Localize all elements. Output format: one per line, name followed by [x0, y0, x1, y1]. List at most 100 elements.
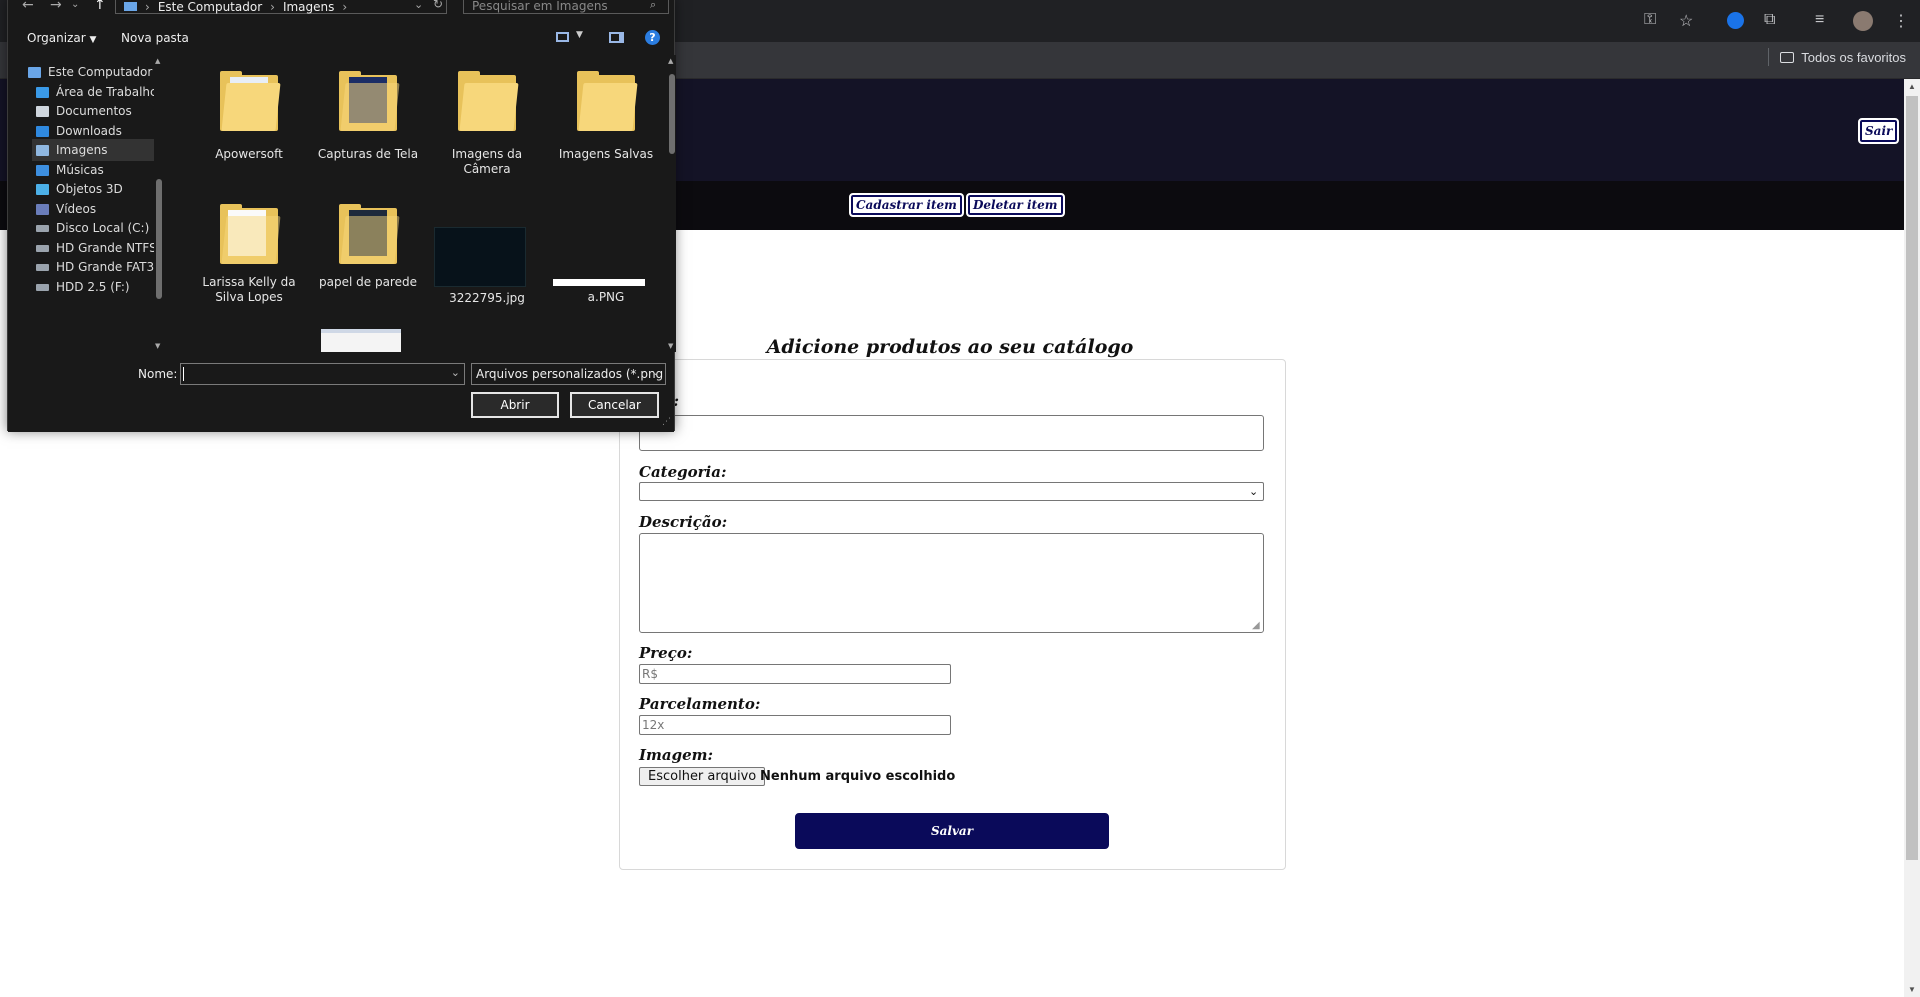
price-input[interactable]: R$	[639, 664, 951, 684]
search-input[interactable]: Pesquisar em Imagens	[463, 0, 669, 14]
category-select[interactable]	[639, 482, 1264, 501]
organize-label: Organizar	[27, 31, 86, 45]
description-textarea[interactable]	[639, 533, 1264, 633]
file-name: a.PNG	[587, 290, 625, 304]
sidebar-item-drive-fat[interactable]: HD Grande FAT3	[32, 256, 167, 278]
menu-icon[interactable]: ⋮	[1893, 11, 1909, 31]
installments-label: Parcelamento:	[639, 695, 761, 713]
sidebar-item-label: Este Computador	[48, 65, 153, 79]
folder-icon	[339, 204, 400, 264]
new-folder-button[interactable]: Nova pasta	[121, 31, 189, 45]
key-icon[interactable]: ⚿	[1644, 11, 1656, 29]
file-tile[interactable]: a.PNG	[551, 204, 661, 305]
chevron-down-icon[interactable]: ▼	[576, 30, 583, 40]
chevron-down-icon[interactable]: ⌄	[414, 0, 423, 11]
name-input[interactable]	[639, 415, 1264, 451]
file-tile[interactable]: Imagens da Câmera	[432, 71, 542, 177]
back-arrow-icon[interactable]: ←	[22, 0, 34, 13]
all-bookmarks-label: Todos os favoritos	[1801, 50, 1906, 65]
nav-delete-item[interactable]: Deletar item	[966, 193, 1065, 217]
chevron-down-icon: ⌄	[450, 366, 460, 379]
file-list-scrollbar-thumb[interactable]	[669, 74, 675, 154]
file-name: Larissa Kelly da Silva Lopes	[202, 275, 296, 304]
chevron-down-icon: ⌄	[1249, 486, 1259, 498]
media-icon[interactable]: ≡	[1815, 11, 1824, 29]
puzzle-icon[interactable]: ⧉	[1764, 11, 1775, 29]
sidebar-item-drive-f[interactable]: HDD 2.5 (F:)	[32, 276, 167, 298]
save-button[interactable]: Salvar	[795, 813, 1109, 849]
organize-button[interactable]: Organizar ▼	[27, 31, 96, 45]
page-title: Adicione produtos ao seu catálogo	[766, 336, 1134, 358]
folder-icon	[1780, 52, 1795, 63]
search-icon: ⌕	[650, 0, 657, 11]
sidebar-item-documents[interactable]: Documentos	[32, 100, 167, 122]
nav-register-item[interactable]: Cadastrar item	[849, 193, 964, 217]
filetype-value: Arquivos personalizados (*.png	[476, 367, 664, 381]
file-tile[interactable]: papel de parede	[313, 204, 423, 290]
dialog-toolbar	[8, 27, 674, 55]
logout-button[interactable]: Sair	[1858, 118, 1900, 144]
sidebar-item-3d-objects[interactable]: Objetos 3D	[32, 178, 167, 200]
sidebar-scrollbar-thumb[interactable]	[156, 179, 162, 299]
scroll-down-icon[interactable]: ▼	[155, 342, 160, 350]
sidebar-item-label: Objetos 3D	[56, 182, 123, 196]
image-thumbnail	[553, 279, 645, 286]
profile-avatar[interactable]	[1853, 11, 1873, 31]
sidebar-item-label: Downloads	[56, 124, 122, 138]
forward-arrow-icon[interactable]: →	[50, 0, 62, 13]
file-name: Imagens Salvas	[558, 147, 654, 161]
file-tile[interactable]: Capturas de Tela	[313, 71, 423, 162]
choose-file-button[interactable]: Escolher arquivo	[639, 767, 766, 786]
sidebar-item-computer[interactable]: Este Computador	[24, 61, 159, 83]
scroll-down-icon[interactable]: ▼	[1908, 985, 1916, 994]
download-icon	[36, 125, 49, 137]
file-tile[interactable]: 3222795.jpg	[432, 204, 542, 306]
star-icon[interactable]: ☆	[1679, 11, 1693, 31]
sidebar-item-drive-c[interactable]: Disco Local (C:)	[32, 217, 167, 239]
file-tile[interactable]: Larissa Kelly da Silva Lopes	[194, 204, 304, 305]
file-tile[interactable]: Imagens Salvas	[551, 71, 661, 162]
breadcrumb-item[interactable]: Imagens	[283, 0, 334, 14]
filename-input[interactable]: ⌄	[180, 363, 465, 385]
cancel-button[interactable]: Cancelar	[570, 392, 659, 418]
address-bar[interactable]: › Este Computador › Imagens ›	[115, 0, 447, 14]
resize-grip-icon[interactable]: ◢	[1252, 620, 1260, 631]
all-bookmarks-button[interactable]: Todos os favoritos	[1780, 50, 1906, 65]
pictures-icon	[36, 144, 49, 156]
chevron-down-icon[interactable]: ⌄	[71, 0, 79, 10]
description-label: Descrição:	[639, 513, 728, 531]
breadcrumb-item[interactable]: Este Computador	[158, 0, 262, 14]
page-scrollbar-thumb[interactable]	[1906, 96, 1918, 860]
chevron-down-icon: ⌄	[651, 365, 661, 378]
sidebar-item-label: Músicas	[56, 163, 104, 177]
preview-pane-icon[interactable]	[609, 32, 624, 43]
scroll-up-icon[interactable]: ▲	[1908, 82, 1916, 91]
up-arrow-icon[interactable]: ↑	[94, 0, 106, 13]
category-label: Categoria:	[639, 463, 727, 481]
view-icon[interactable]	[556, 32, 569, 42]
file-tile[interactable]: Apowersoft	[194, 71, 304, 162]
objects-3d-icon	[36, 183, 49, 195]
sidebar-item-pictures[interactable]: Imagens	[32, 139, 154, 161]
file-status: Nenhum arquivo escolhido	[760, 769, 956, 784]
installments-input[interactable]: 12x	[639, 715, 951, 735]
open-button[interactable]: Abrir	[471, 392, 559, 418]
sidebar-item-label: Disco Local (C:)	[56, 221, 150, 235]
file-name: Capturas de Tela	[317, 147, 419, 161]
image-thumbnail[interactable]	[321, 329, 401, 352]
help-icon[interactable]: ?	[645, 30, 660, 45]
refresh-icon[interactable]: ↻	[433, 0, 443, 11]
computer-icon	[28, 66, 41, 78]
scroll-up-icon[interactable]: ▲	[668, 57, 673, 65]
drive-icon	[36, 263, 49, 271]
folder-icon	[458, 71, 519, 131]
sidebar-item-label: Documentos	[56, 104, 132, 118]
drive-icon	[36, 244, 49, 252]
filetype-select[interactable]: Arquivos personalizados (*.png	[471, 363, 666, 385]
extension-icon[interactable]	[1727, 12, 1744, 29]
image-label: Imagem:	[639, 746, 714, 764]
scroll-down-icon[interactable]: ▼	[668, 342, 673, 350]
scroll-up-icon[interactable]: ▲	[155, 57, 160, 65]
file-open-dialog: ← → ⌄ ↑ › Este Computador › Imagens › ⌄ …	[7, 0, 676, 432]
resize-grip-icon[interactable]: ⋰	[662, 417, 671, 427]
